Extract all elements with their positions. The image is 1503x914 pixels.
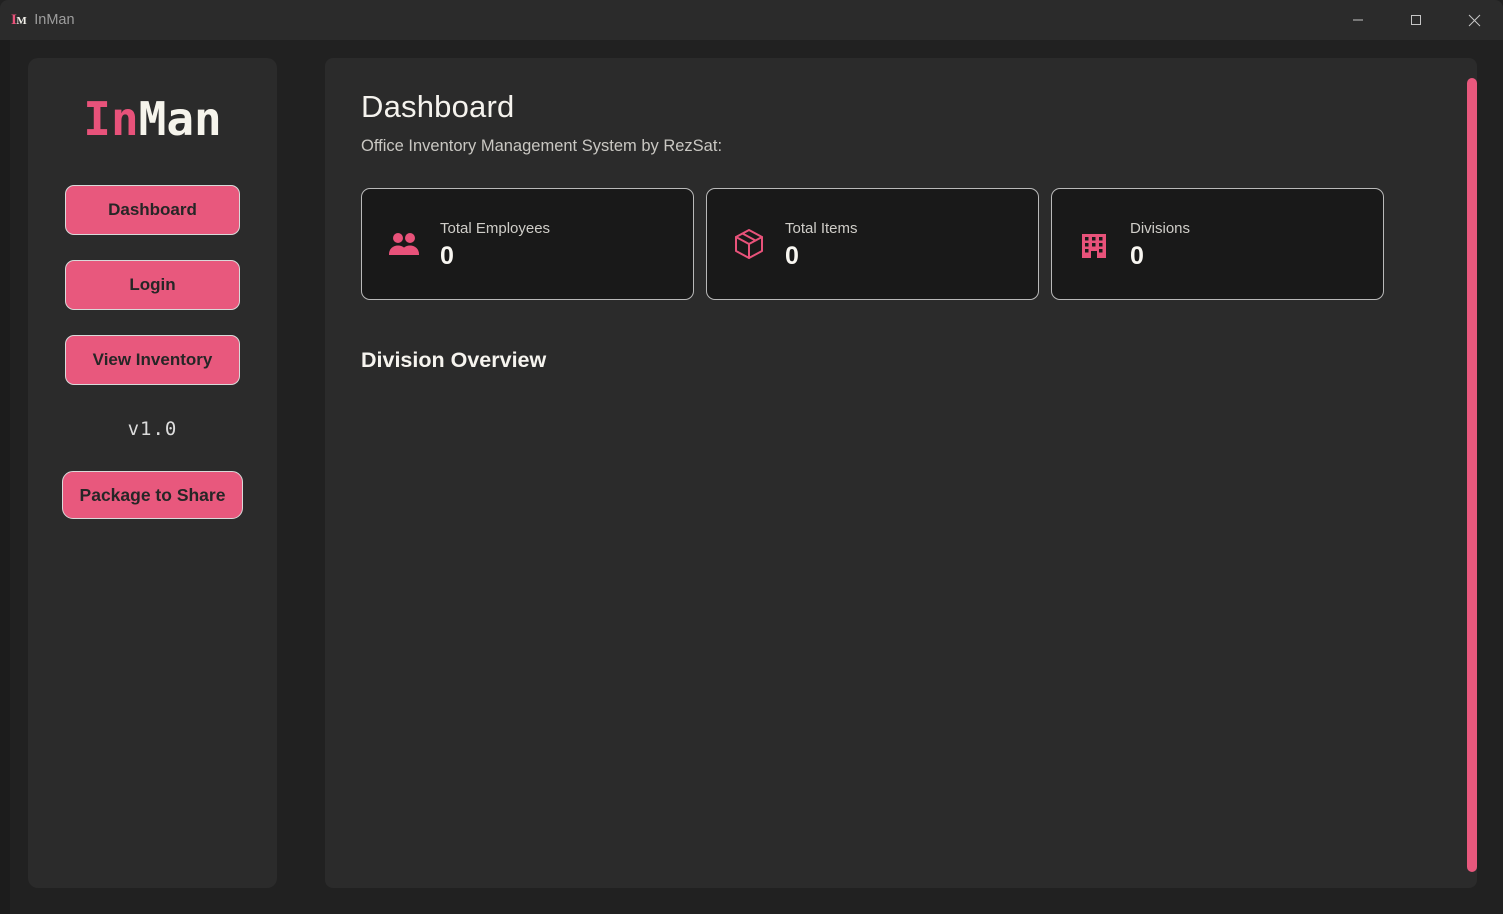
title-bar: IM InMan bbox=[0, 0, 1503, 40]
minimize-icon bbox=[1352, 14, 1364, 26]
minimize-button[interactable] bbox=[1329, 0, 1387, 40]
main-content-panel: Dashboard Office Inventory Management Sy… bbox=[325, 58, 1477, 888]
stat-card-label: Total Items bbox=[785, 219, 858, 237]
package-to-share-button[interactable]: Package to Share bbox=[61, 471, 244, 519]
page-subtitle: Office Inventory Management System by Re… bbox=[361, 137, 723, 156]
close-button[interactable] bbox=[1445, 0, 1503, 40]
wordmark-suffix: Man bbox=[138, 92, 222, 146]
maximize-button[interactable] bbox=[1387, 0, 1445, 40]
sidebar-item-login[interactable]: Login bbox=[65, 260, 240, 310]
close-icon bbox=[1468, 14, 1481, 27]
page-title: Dashboard bbox=[361, 89, 515, 124]
version-label: v1.0 bbox=[127, 418, 178, 440]
app-logo-icon: IM bbox=[11, 11, 27, 28]
stat-card-value: 0 bbox=[785, 241, 799, 270]
main-scrollbar-thumb[interactable] bbox=[1467, 78, 1477, 872]
maximize-icon bbox=[1410, 14, 1422, 26]
window-controls bbox=[1329, 0, 1503, 40]
building-icon bbox=[1077, 227, 1111, 261]
stat-card-value: 0 bbox=[1130, 241, 1144, 270]
section-title-division-overview: Division Overview bbox=[361, 348, 547, 373]
sidebar-item-dashboard[interactable]: Dashboard bbox=[65, 185, 240, 235]
users-icon bbox=[387, 227, 421, 261]
main-scrollbar-track[interactable] bbox=[1467, 78, 1477, 872]
window-title: InMan bbox=[34, 11, 75, 28]
app-wordmark: InMan bbox=[83, 96, 221, 142]
wordmark-prefix: In bbox=[83, 92, 139, 146]
stat-card-total-employees: Total Employees 0 bbox=[361, 188, 694, 301]
stat-card-row: Total Employees 0 Total Items 0 Division… bbox=[361, 188, 1477, 301]
application-window: IM InMan InMan Dashboard Login View Inve… bbox=[0, 0, 1503, 914]
sidebar-item-view-inventory[interactable]: View Inventory bbox=[65, 335, 240, 385]
window-edge-strip bbox=[0, 40, 10, 914]
stat-card-label: Divisions bbox=[1130, 219, 1191, 237]
title-bar-identity: IM InMan bbox=[0, 0, 75, 40]
stat-card-label: Total Employees bbox=[440, 219, 551, 237]
stat-card-value: 0 bbox=[440, 241, 454, 270]
package-icon bbox=[732, 227, 766, 261]
sidebar-nav: Dashboard Login View Inventory bbox=[65, 185, 240, 385]
stat-card-divisions: Divisions 0 bbox=[1051, 188, 1384, 301]
stat-card-total-items: Total Items 0 bbox=[706, 188, 1039, 301]
division-overview-content bbox=[361, 373, 1477, 853]
sidebar: InMan Dashboard Login View Inventory v1.… bbox=[28, 58, 277, 888]
